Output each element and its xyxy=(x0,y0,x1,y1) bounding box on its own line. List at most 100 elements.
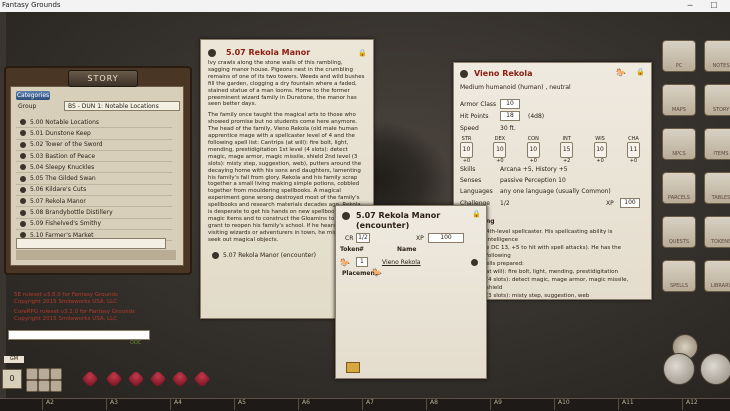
encounter-xp-field[interactable]: 100 xyxy=(428,233,464,243)
ability-name: CON xyxy=(527,136,539,142)
sidebar-button-parcels[interactable]: PARCELS xyxy=(662,172,696,204)
sidebar-button-maps[interactable]: MAPS xyxy=(662,84,696,116)
story-item-icon xyxy=(20,220,26,227)
ability-mod: +0 xyxy=(596,158,604,164)
sidebar-button-items[interactable]: ITEMS xyxy=(704,128,730,160)
chat-line: Copyright 2015 Smiteworks USA, LLC xyxy=(14,299,118,305)
cr-label: CR xyxy=(345,235,354,242)
token-icon[interactable] xyxy=(700,353,730,385)
npc-token-icon[interactable]: 🐎 xyxy=(616,68,626,77)
story-item-label: 5.07 Rekola Manor xyxy=(30,197,86,205)
minimize-button[interactable]: ─ xyxy=(684,0,696,12)
lock-icon[interactable]: 🔒 xyxy=(358,49,367,57)
sidebar-button-npcs[interactable]: NPCS xyxy=(662,128,696,160)
ability-score[interactable]: 11 xyxy=(626,142,640,158)
tool-icon[interactable] xyxy=(50,380,62,392)
column-name: Name xyxy=(397,246,417,253)
tool-icon[interactable] xyxy=(26,380,38,392)
grid-tick xyxy=(618,398,619,410)
sidebar-button-quests[interactable]: QUESTS xyxy=(662,216,696,248)
ability-score[interactable]: 10 xyxy=(526,142,540,158)
token-icon[interactable] xyxy=(663,353,695,385)
link-icon[interactable] xyxy=(471,258,478,266)
npc-xp-field[interactable]: 100 xyxy=(620,198,640,208)
spellcasting-text: 4th-level spellcaster. His spellcasting … xyxy=(486,228,646,300)
grid-column-label: A6 xyxy=(302,399,310,406)
sidebar-button-tokens[interactable]: TOKENS xyxy=(704,216,730,248)
sidebar-button-spells[interactable]: SPELLS xyxy=(662,260,696,292)
story-search-input[interactable] xyxy=(16,238,166,249)
placement-icon[interactable]: 🐎 xyxy=(372,268,382,277)
link-icon[interactable] xyxy=(208,49,216,57)
maximize-button[interactable]: ☐ xyxy=(708,0,720,12)
tool-icon[interactable] xyxy=(26,368,38,380)
hit-points-field[interactable]: 18 xyxy=(500,111,520,121)
ability-con[interactable]: CON 10 +0 xyxy=(526,136,540,164)
story-list-item[interactable]: 5.03 Bastion of Peace xyxy=(16,151,172,163)
cr-field[interactable]: 1/2 xyxy=(356,233,370,243)
story-list-item[interactable]: 5.08 Brandybottle Distillery xyxy=(16,207,172,219)
story-list-item[interactable]: 5.06 Kildare's Cuts xyxy=(16,185,172,197)
ability-cha[interactable]: CHA 11 +0 xyxy=(626,136,640,164)
grid-tick xyxy=(106,398,107,410)
languages-value: any one language (usually Common) xyxy=(500,188,611,195)
grid-tick xyxy=(170,398,171,410)
ability-mod: +0 xyxy=(496,158,504,164)
group-select[interactable]: BS - DUN 1: Notable Locations xyxy=(64,101,180,111)
ability-dex[interactable]: DEX 10 +0 xyxy=(493,136,507,164)
link-icon[interactable] xyxy=(342,212,350,220)
npc-token-icon[interactable]: 🐎 xyxy=(340,258,350,267)
story-list-item[interactable]: 5.02 Tower of the Sword xyxy=(16,140,172,151)
grid-column-label: A4 xyxy=(174,399,182,406)
ability-score[interactable]: 15 xyxy=(560,142,574,158)
story-item-label: 5.08 Brandybottle Distillery xyxy=(30,209,113,217)
grid-tick xyxy=(554,398,555,410)
ability-score[interactable]: 10 xyxy=(460,142,473,158)
column-count: # xyxy=(359,246,365,253)
story-item-icon xyxy=(20,141,26,148)
sidebar-button-library[interactable]: LIBRARY xyxy=(704,260,730,292)
lock-icon[interactable]: 🔒 xyxy=(636,68,645,76)
ability-score[interactable]: 10 xyxy=(593,142,607,158)
story-item-icon xyxy=(20,175,26,182)
chat-input[interactable] xyxy=(8,330,150,340)
tool-icon[interactable] xyxy=(50,368,62,380)
ability-int[interactable]: INT 15 +2 xyxy=(560,136,574,164)
story-item-icon xyxy=(20,153,26,160)
tool-icon[interactable] xyxy=(38,368,50,380)
tool-icon[interactable] xyxy=(38,380,50,392)
story-list-item[interactable]: 5.01 Dunstone Keep xyxy=(16,128,172,140)
story-list-item[interactable]: 5.07 Rekola Manor xyxy=(16,196,172,208)
modifier-box[interactable]: 0 xyxy=(2,369,22,389)
npc-count-field[interactable]: 1 xyxy=(355,257,368,267)
armor-class-field[interactable]: 10 xyxy=(500,99,520,109)
ability-str[interactable]: STR 10 +0 xyxy=(460,136,473,164)
sidebar-button-story[interactable]: STORY xyxy=(704,84,730,116)
grid-tick xyxy=(490,398,491,410)
lock-icon[interactable]: 🔒 xyxy=(472,210,481,218)
grid-tick xyxy=(234,398,235,410)
chat-mode-label[interactable]: OOC xyxy=(130,340,141,346)
story-list-item[interactable]: 5.05 The Gilded Swan xyxy=(16,173,172,185)
link-icon[interactable] xyxy=(460,70,468,78)
sidebar-button-notes[interactable]: NOTES xyxy=(704,40,730,72)
npc-xp-label: XP xyxy=(606,200,614,207)
story-list-item[interactable]: 5.00 Notable Locations xyxy=(16,117,172,129)
grid-column-label: A12 xyxy=(686,399,698,406)
encounter-row[interactable]: 🐎 1 Vieno Rekola xyxy=(340,256,478,268)
npc-name-link[interactable]: Vieno Rekola xyxy=(382,259,421,266)
categories-button[interactable]: Categories xyxy=(16,91,50,100)
story-item-icon xyxy=(20,198,26,205)
envelope-icon[interactable] xyxy=(346,362,360,373)
sidebar-button-pc[interactable]: PC xyxy=(662,40,696,72)
ability-wis[interactable]: WIS 10 +0 xyxy=(593,136,607,164)
story-list-item[interactable]: 5.09 Fishelved's Smithy xyxy=(16,219,172,230)
sidebar-button-tables[interactable]: TABLES xyxy=(704,172,730,204)
story-item-label: 5.03 Bastion of Peace xyxy=(30,152,96,160)
story-item-label: 5.02 Tower of the Sword xyxy=(30,141,103,149)
story-list-item[interactable]: 5.04 Sleepy Knuckles xyxy=(16,162,172,174)
story-entry-title: 5.07 Rekola Manor xyxy=(226,48,311,57)
spell-line: at will): fire bolt, light, mending, pre… xyxy=(486,269,618,275)
spell-line: (4 slots): detect magic, mage armor, mag… xyxy=(486,277,629,291)
ability-score[interactable]: 10 xyxy=(493,142,507,158)
